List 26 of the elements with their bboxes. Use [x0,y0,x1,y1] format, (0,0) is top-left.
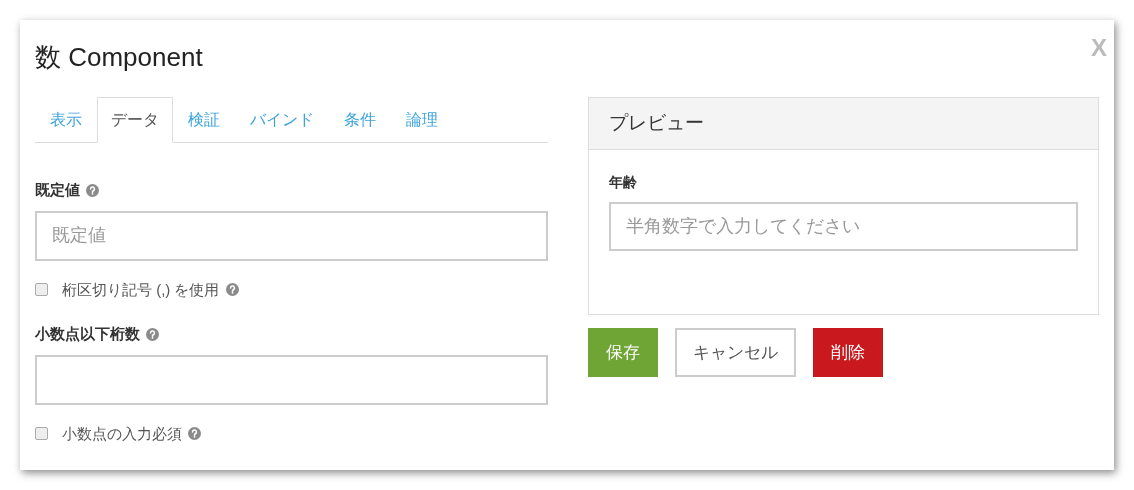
field-label: 既定値 [35,180,80,201]
cancel-button[interactable]: キャンセル [674,328,796,377]
tab[interactable]: 条件 [329,97,391,142]
help-icon[interactable] [86,183,99,197]
field-label: 小数点以下桁数 [35,324,140,345]
dialog-title: 数 Component [35,41,203,74]
checkbox[interactable] [35,283,48,297]
help-icon[interactable] [188,427,201,441]
preview-title: プレビュー [608,111,704,136]
checkbox[interactable] [35,427,48,441]
help-icon[interactable] [146,327,159,341]
tab[interactable]: データ [97,97,173,143]
close-button[interactable]: X [1091,30,1107,66]
checkbox-label: 小数点の入力必須 [62,423,182,444]
checkbox-label: 桁区切り記号 (,) を使用 [62,279,220,300]
tab[interactable]: バインド [235,97,329,142]
tab[interactable]: 検証 [173,97,235,142]
input-field[interactable]: 既定値 [35,210,548,261]
save-button[interactable]: 保存 [587,328,658,377]
tab[interactable]: 論理 [391,97,453,142]
input-field[interactable]: 半角数字で入力してください [608,202,1078,251]
help-icon[interactable] [225,283,239,297]
delete-button[interactable]: 削除 [812,328,883,377]
field-label: 年齢 [608,173,638,192]
input-field[interactable] [35,354,548,405]
tab[interactable]: 表示 [35,97,97,142]
